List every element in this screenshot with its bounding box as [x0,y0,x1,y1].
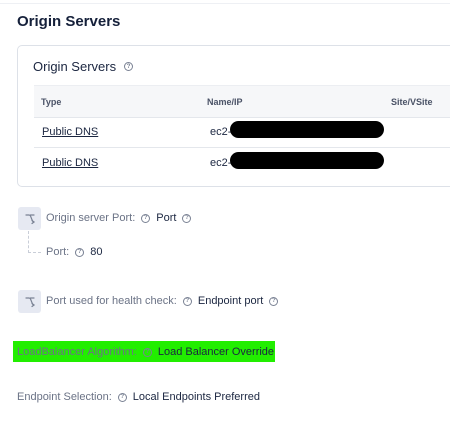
top-divider [0,3,450,4]
redaction-bar [230,121,384,138]
redaction-bar [230,152,384,169]
port-field: Port: 80 [46,246,102,258]
endpoint-selection-value: Local Endpoints Preferred [132,391,260,403]
endpoint-selection-label: Endpoint Selection: [17,391,112,403]
help-icon[interactable] [141,213,151,223]
help-icon[interactable] [142,347,152,357]
branch-icon [18,290,41,313]
table-row: Public DNS ec2- [34,118,450,148]
tree-connector [28,252,41,253]
name-ip-cell: ec2- [210,126,232,138]
health-check-label: Port used for health check: [46,295,177,307]
health-check-field: Port used for health check: Endpoint por… [46,295,279,307]
tree-connector [28,231,29,253]
origin-port-label: Origin server Port: [46,212,136,224]
name-ip-cell: ec2- [210,157,232,169]
card-title: Origin Servers [33,59,134,74]
endpoint-selection-field: Endpoint Selection: Local Endpoints Pref… [17,391,260,403]
table-header: Type Name/IP Site/VSite [34,85,450,118]
column-header-type[interactable]: Type [41,97,61,107]
type-link[interactable]: Public DNS [42,126,98,138]
help-icon[interactable] [182,213,192,223]
origin-port-value: Port [156,212,177,224]
origin-port-field: Origin server Port: Port [46,212,192,224]
page-title: Origin Servers [17,13,121,30]
column-header-site-vsite[interactable]: Site/VSite [391,97,433,107]
lb-algorithm-value: Load Balancer Override [157,346,275,358]
help-icon[interactable] [269,296,279,306]
help-icon[interactable] [117,392,127,402]
port-value: 80 [90,246,103,258]
card-title-text: Origin Servers [33,59,117,74]
help-icon[interactable] [124,62,134,71]
type-link[interactable]: Public DNS [42,157,98,169]
help-icon[interactable] [182,296,192,306]
port-label: Port: [46,246,70,258]
lb-algorithm-field: LoadBalancer Algorithm: Load Balancer Ov… [17,346,274,358]
lb-algorithm-label: LoadBalancer Algorithm: [17,346,137,358]
help-icon[interactable] [75,247,85,257]
branch-icon [18,207,41,230]
origin-servers-card: Origin Servers Type Name/IP Site/VSite P… [17,45,450,187]
column-header-name-ip[interactable]: Name/IP [207,97,243,107]
health-check-value: Endpoint port [197,295,264,307]
table-row: Public DNS ec2- [34,149,450,179]
